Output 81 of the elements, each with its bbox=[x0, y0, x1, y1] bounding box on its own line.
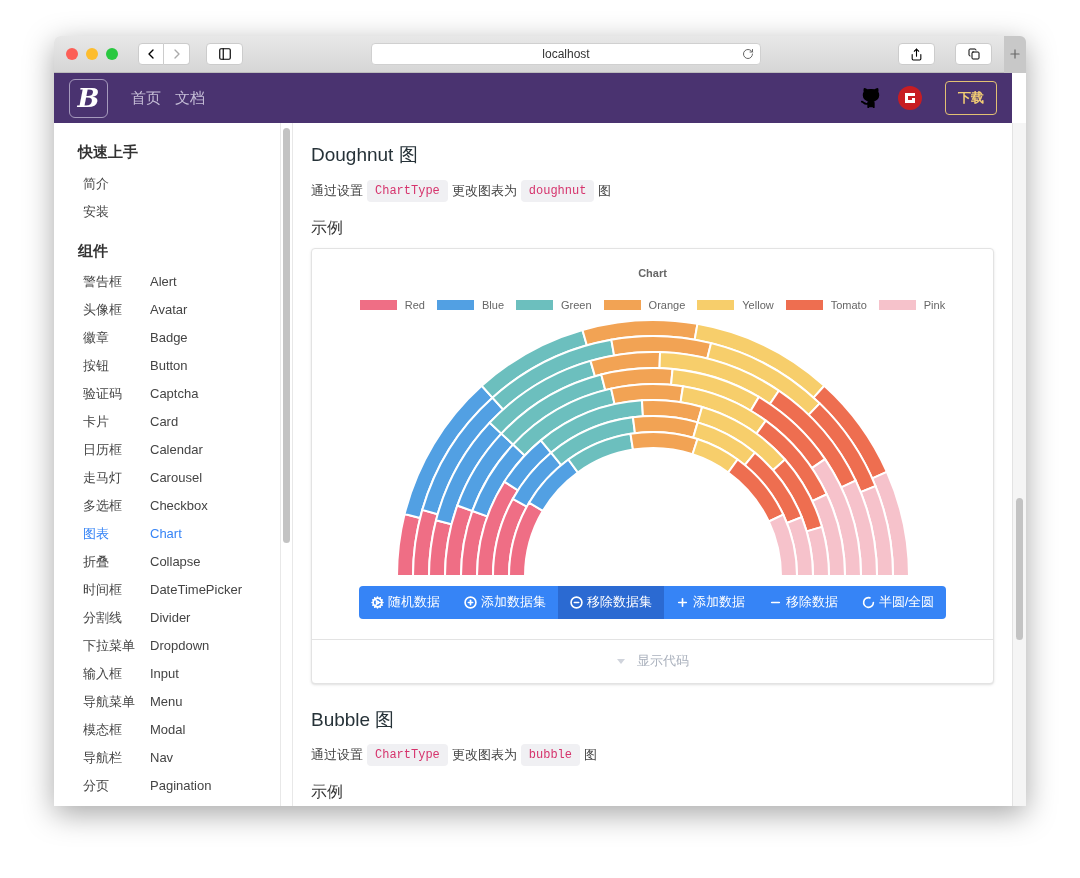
plus-icon bbox=[1008, 47, 1022, 61]
plus-icon bbox=[675, 595, 689, 609]
chart-action-button[interactable]: 添加数据集 bbox=[451, 585, 558, 619]
sidebar-item[interactable]: 时间框 DateTimePicker bbox=[78, 576, 280, 604]
description-text: 更改图表为 bbox=[451, 746, 517, 765]
description-text: 更改图表为 bbox=[451, 181, 517, 200]
g-logo-icon[interactable] bbox=[898, 86, 922, 110]
sidebar-heading: 组件 bbox=[78, 240, 109, 261]
legend-label: Blue bbox=[482, 298, 504, 313]
chart-action-button[interactable]: 半圆/全圆 bbox=[849, 585, 947, 619]
sidebar-item[interactable]: 下拉菜单 Dropdown bbox=[78, 632, 280, 660]
minimize-window-icon[interactable] bbox=[86, 48, 98, 60]
example-heading: 示例 bbox=[311, 217, 344, 238]
back-button[interactable] bbox=[138, 43, 164, 65]
tabs-icon bbox=[967, 48, 980, 60]
sidebar-item[interactable]: 走马灯 Carousel bbox=[78, 464, 280, 492]
sidebar-item[interactable]: 安装 bbox=[78, 197, 280, 226]
legend-label: Tomato bbox=[830, 298, 867, 313]
legend-label: Pink bbox=[923, 298, 946, 313]
chart-action-button[interactable]: 随机数据 bbox=[358, 585, 452, 619]
forward-button[interactable] bbox=[164, 43, 190, 65]
sidebar-item[interactable]: 输入框 Input bbox=[78, 660, 280, 688]
sidebar-item[interactable]: 多选框 Checkbox bbox=[78, 492, 280, 520]
download-button[interactable]: 下载 bbox=[945, 81, 997, 115]
minus-circle-icon bbox=[569, 595, 583, 609]
sidebar-item[interactable]: 图表 Chart bbox=[78, 520, 280, 548]
section-title: Bubble 图 bbox=[311, 707, 396, 732]
sidebar-toggle-button[interactable] bbox=[206, 43, 243, 65]
share-button[interactable] bbox=[898, 43, 935, 65]
sidebar-item[interactable]: 徽章 Badge bbox=[78, 324, 280, 352]
sidebar-item[interactable]: 头像框 Avatar bbox=[78, 296, 280, 324]
sidebar-item[interactable]: 折叠 Collapse bbox=[78, 548, 280, 576]
logo[interactable]: B bbox=[69, 78, 108, 118]
description-text: 通过设置 bbox=[311, 181, 363, 200]
sidebar-item[interactable]: 导航栏 Nav bbox=[78, 744, 280, 772]
share-icon bbox=[910, 47, 923, 61]
circle-arc-icon bbox=[861, 595, 875, 609]
tabs-overview-button[interactable] bbox=[955, 43, 992, 65]
chart-action-button[interactable]: 移除数据集 bbox=[557, 585, 664, 619]
chart-action-button[interactable]: 添加数据 bbox=[663, 585, 757, 619]
maximize-window-icon[interactable] bbox=[106, 48, 118, 60]
caret-down-icon bbox=[616, 658, 625, 664]
gear-icon bbox=[370, 595, 384, 609]
sidebar-item[interactable]: 警告框 Alert bbox=[78, 268, 280, 296]
description-text: 图 bbox=[584, 746, 598, 765]
address-bar[interactable]: localhost bbox=[371, 43, 761, 65]
sidebar-item[interactable]: 简介 bbox=[78, 169, 280, 198]
sidebar-item[interactable]: 验证码 Captcha bbox=[78, 380, 280, 408]
nav-link[interactable]: 首页 bbox=[131, 86, 161, 110]
scrollbar-thumb[interactable] bbox=[1016, 498, 1023, 640]
sidebar-item[interactable]: 模态框 Modal bbox=[78, 716, 280, 744]
sidebar-item[interactable]: 卡片 Card bbox=[78, 408, 280, 436]
description-text: 通过设置 bbox=[311, 746, 363, 765]
scrollbar-thumb[interactable] bbox=[283, 128, 290, 543]
reload-icon[interactable] bbox=[742, 48, 754, 60]
sidebar-item[interactable]: 日历框 Calendar bbox=[78, 436, 280, 464]
github-icon[interactable] bbox=[860, 87, 882, 109]
code-tag: doughnut bbox=[520, 179, 595, 202]
sidebar-item[interactable]: 导航菜单 Menu bbox=[78, 688, 280, 716]
nav-link[interactable]: 文档 bbox=[175, 86, 205, 110]
new-tab-button[interactable] bbox=[1004, 36, 1026, 73]
plus-circle-icon bbox=[463, 595, 477, 609]
sidebar-item[interactable]: 按钮 Button bbox=[78, 352, 280, 380]
code-tag: ChartType bbox=[367, 744, 448, 766]
chart-action-button[interactable]: 移除数据 bbox=[756, 585, 850, 619]
legend-label: Red bbox=[404, 298, 425, 313]
example-heading: 示例 bbox=[311, 782, 344, 802]
code-tag: bubble bbox=[520, 744, 581, 766]
section-title: Doughnut 图 bbox=[311, 143, 419, 167]
legend-label: Yellow bbox=[742, 298, 774, 313]
address-text: localhost bbox=[542, 46, 590, 63]
sidebar-icon bbox=[217, 47, 232, 61]
sidebar-item[interactable]: 分割线 Divider bbox=[78, 604, 280, 632]
legend-label: Green bbox=[561, 298, 592, 313]
legend-label: Orange bbox=[648, 298, 686, 313]
chart-title: Chart bbox=[638, 265, 667, 281]
description-text: 图 bbox=[598, 181, 612, 200]
sidebar-item[interactable]: 分页 Pagination bbox=[78, 772, 280, 800]
code-tag: ChartType bbox=[367, 179, 448, 202]
close-window-icon[interactable] bbox=[66, 48, 78, 60]
sidebar-heading: 快速上手 bbox=[78, 142, 139, 162]
